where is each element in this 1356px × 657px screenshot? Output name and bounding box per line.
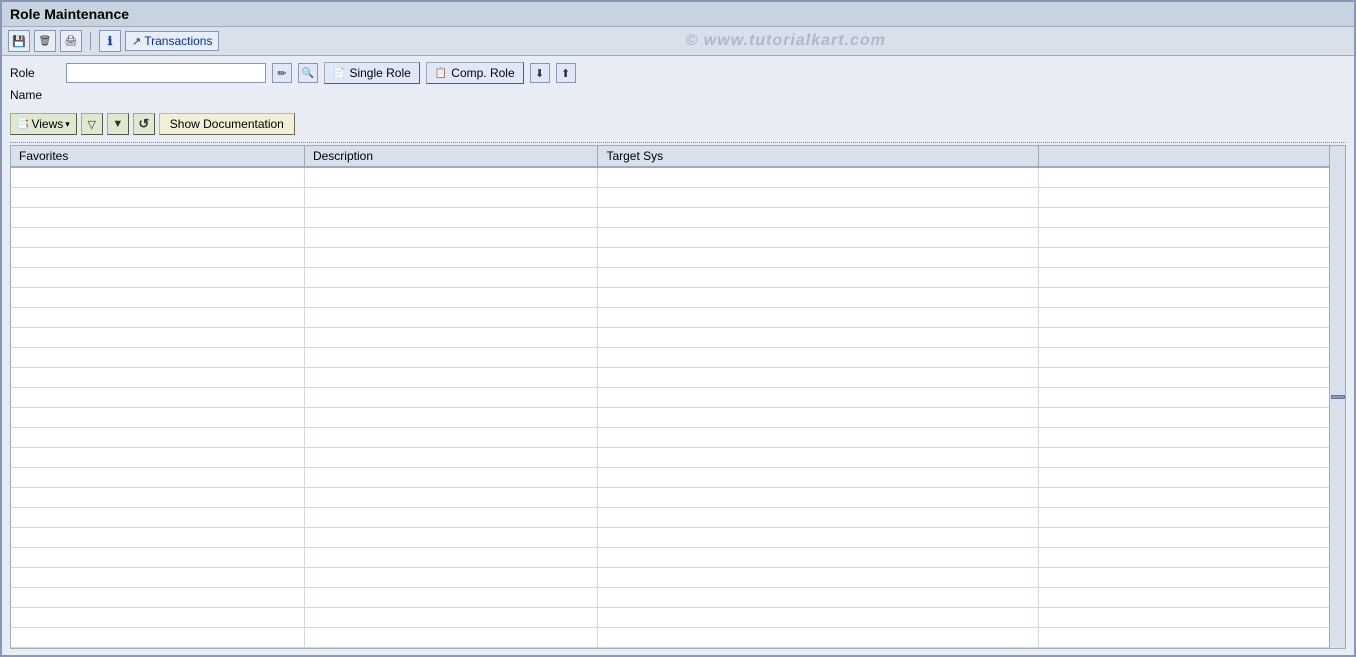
main-window: Role Maintenance 💾 🗑 🖨 ℹ ↗ Transactions … xyxy=(0,0,1356,657)
col-description: Description xyxy=(304,146,597,167)
table-row xyxy=(11,207,1345,227)
table-row xyxy=(11,187,1345,207)
col-favorites: Favorites xyxy=(11,146,304,167)
single-role-button[interactable]: 📄 Single Role xyxy=(324,62,420,84)
refresh-button[interactable]: ↺ xyxy=(133,113,155,135)
pencil-icon: ✏ xyxy=(277,67,286,80)
single-role-label: Single Role xyxy=(349,66,410,80)
transactions-label: Transactions xyxy=(144,34,212,48)
filter-icon: ▽ xyxy=(88,118,96,131)
export-icon: ⬇ xyxy=(535,67,544,80)
print-button[interactable]: 🖨 xyxy=(60,30,82,52)
data-table: Favorites Description Target Sys xyxy=(11,146,1345,648)
comp-role-button[interactable]: 📋 Comp. Role xyxy=(426,62,524,84)
transactions-button[interactable]: ↗ Transactions xyxy=(125,31,219,51)
role-input[interactable] xyxy=(66,63,266,83)
views-label: Views xyxy=(31,117,63,131)
table-row xyxy=(11,627,1345,647)
table-row xyxy=(11,587,1345,607)
transactions-arrow-icon: ↗ xyxy=(132,35,141,48)
watermark-text: © www.tutorialkart.com xyxy=(223,32,1348,50)
second-toolbar: 📑 Views ▾ ▽ ▼ ↺ Show Documentation xyxy=(10,110,1346,138)
main-content-area: Role ✏ 🔍 📄 Single Role 📋 Comp. Role ⬇ ⬆ xyxy=(2,56,1354,655)
single-role-doc-icon: 📄 xyxy=(333,68,345,79)
role-row: Role ✏ 🔍 📄 Single Role 📋 Comp. Role ⬇ ⬆ xyxy=(10,62,1346,84)
name-label: Name xyxy=(10,88,60,102)
table-row xyxy=(11,227,1345,247)
table-row xyxy=(11,327,1345,347)
table-row xyxy=(11,307,1345,327)
filter2-icon: ▼ xyxy=(112,118,123,130)
name-row: Name xyxy=(10,88,1346,102)
comp-role-label: Comp. Role xyxy=(451,66,514,80)
delete-button[interactable]: 🗑 xyxy=(34,30,56,52)
views-icon: 📑 xyxy=(17,119,29,130)
main-toolbar: 💾 🗑 🖨 ℹ ↗ Transactions © www.tutorialkar… xyxy=(2,27,1354,56)
filter2-button[interactable]: ▼ xyxy=(107,113,129,135)
table-body xyxy=(11,167,1345,647)
title-bar: Role Maintenance xyxy=(2,2,1354,27)
search-role-button[interactable]: 🔍 xyxy=(298,63,318,83)
save-icon: 💾 xyxy=(12,35,26,48)
table-row xyxy=(11,347,1345,367)
col-target-sys: Target Sys xyxy=(598,146,1038,167)
views-button[interactable]: 📑 Views ▾ xyxy=(10,113,77,135)
import-icon: ⬆ xyxy=(561,67,570,80)
export-button[interactable]: ⬇ xyxy=(530,63,550,83)
table-row xyxy=(11,167,1345,187)
table-row xyxy=(11,387,1345,407)
data-table-container: Favorites Description Target Sys xyxy=(10,145,1346,649)
table-header: Favorites Description Target Sys xyxy=(11,146,1345,167)
table-row xyxy=(11,287,1345,307)
table-row xyxy=(11,427,1345,447)
table-row xyxy=(11,527,1345,547)
role-label: Role xyxy=(10,66,60,80)
filter-button[interactable]: ▽ xyxy=(81,113,103,135)
col-extra xyxy=(1038,146,1345,167)
vertical-scrollbar[interactable] xyxy=(1329,146,1345,648)
table-header-row: Favorites Description Target Sys xyxy=(11,146,1345,167)
table-row xyxy=(11,267,1345,287)
table-row xyxy=(11,607,1345,627)
comp-role-doc-icon: 📋 xyxy=(435,68,447,79)
info-button[interactable]: ℹ xyxy=(99,30,121,52)
table-row xyxy=(11,367,1345,387)
delete-icon: 🗑 xyxy=(39,36,52,47)
table-row xyxy=(11,547,1345,567)
search-icon: 🔍 xyxy=(302,68,314,79)
show-documentation-button[interactable]: Show Documentation xyxy=(159,113,295,135)
dotted-separator xyxy=(10,142,1346,143)
print-icon: 🖨 xyxy=(65,36,78,47)
table-row xyxy=(11,447,1345,467)
info-icon: ℹ xyxy=(108,34,113,48)
edit-role-button[interactable]: ✏ xyxy=(272,63,292,83)
table-row xyxy=(11,247,1345,267)
refresh-icon: ↺ xyxy=(138,116,149,132)
save-button[interactable]: 💾 xyxy=(8,30,30,52)
import-button[interactable]: ⬆ xyxy=(556,63,576,83)
views-chevron-icon: ▾ xyxy=(65,119,70,130)
table-row xyxy=(11,407,1345,427)
toolbar-separator-1 xyxy=(90,32,91,50)
table-row xyxy=(11,487,1345,507)
table-row xyxy=(11,567,1345,587)
table-row xyxy=(11,507,1345,527)
show-documentation-label: Show Documentation xyxy=(170,117,284,131)
table-row xyxy=(11,467,1345,487)
scrollbar-thumb xyxy=(1331,395,1345,399)
page-title: Role Maintenance xyxy=(10,6,129,22)
